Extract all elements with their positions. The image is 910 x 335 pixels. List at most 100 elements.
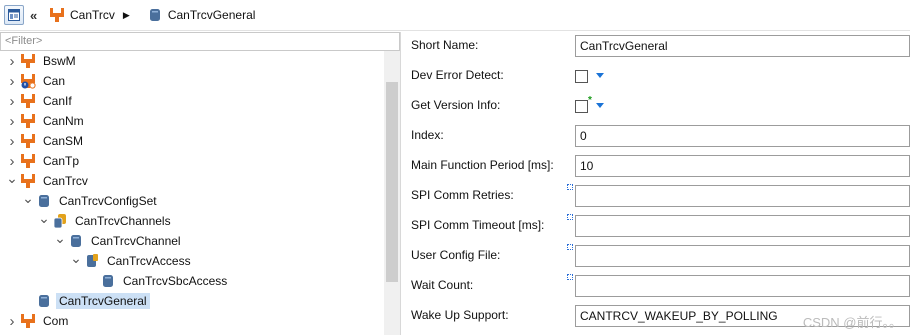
breadcrumb-bar: « CanTrcv ▶ CanTrcvGeneral: [0, 0, 910, 31]
module-icon: [20, 53, 36, 69]
tree-item[interactable]: › CanNm: [0, 111, 383, 131]
property-row: Dev Error Detect:: [402, 62, 910, 92]
module-icon: [20, 313, 36, 329]
filter-input[interactable]: <Filter>: [0, 32, 400, 51]
tree-item[interactable]: › Can: [0, 71, 383, 91]
tree-panel: <Filter> › BswM › Can › CanIf › CanNm › CanSM › Can…: [0, 32, 401, 335]
tree-item-label: CanTrcv: [43, 174, 88, 188]
choice-container-icon: [84, 253, 100, 269]
collapse-chevron-icon[interactable]: ⌄: [54, 228, 66, 248]
tree-toggle-icon: [8, 9, 20, 21]
module-icon: [20, 133, 36, 149]
modified-star-icon: *: [588, 95, 592, 106]
tree-item[interactable]: CanTrcvSbcAccess: [0, 271, 383, 291]
property-label: User Config File:: [411, 248, 501, 262]
property-checkbox[interactable]: [575, 70, 588, 83]
breadcrumb-label: CanTrcvGeneral: [167, 8, 256, 22]
property-label: SPI Comm Retries:: [411, 188, 514, 202]
property-label: Index:: [411, 128, 444, 142]
property-value-field[interactable]: [575, 275, 910, 297]
multiplicity-marker-icon[interactable]: [567, 244, 573, 250]
breadcrumb-item-cantrcv[interactable]: CanTrcv: [47, 7, 115, 23]
property-row: SPI Comm Retries:: [402, 182, 910, 212]
property-value-field[interactable]: [575, 245, 910, 267]
expand-chevron-icon[interactable]: ›: [6, 131, 18, 151]
module-icon: [20, 173, 36, 189]
container-icon: [36, 293, 52, 309]
property-checkbox[interactable]: [575, 100, 588, 113]
tree-item-label: CanIf: [43, 94, 72, 108]
module-warning-icon: [20, 73, 36, 89]
container-list-icon: [52, 213, 68, 229]
property-row: Get Version Info: *: [402, 92, 910, 122]
expand-chevron-icon[interactable]: ›: [6, 51, 18, 71]
toggle-tree-button[interactable]: [4, 5, 24, 25]
tree-item[interactable]: › CanSM: [0, 131, 383, 151]
module-icon: [20, 153, 36, 169]
multiplicity-marker-icon[interactable]: [567, 274, 573, 280]
tree-item[interactable]: ⌄ CanTrcvChannel: [0, 228, 383, 251]
tree-item-label: CanTrcvChannel: [91, 234, 181, 248]
collapse-chevron-icon[interactable]: ⌄: [6, 168, 18, 188]
multiplicity-marker-icon[interactable]: [567, 214, 573, 220]
module-icon: [20, 93, 36, 109]
tree-item-label: CanSM: [43, 134, 84, 148]
tree-item-label: CanTp: [43, 154, 80, 168]
tree-item[interactable]: › BswM: [0, 51, 383, 71]
scrollbar-thumb[interactable]: [386, 82, 398, 282]
module-icon: [49, 7, 65, 23]
container-icon: [100, 273, 116, 289]
tree-item-label: CanTrcvChannels: [75, 214, 171, 228]
expand-chevron-icon[interactable]: ›: [6, 111, 18, 131]
watermark: CSDN @前行。。: [802, 315, 902, 330]
tree-item[interactable]: ⌄ CanTrcvAccess: [0, 248, 383, 271]
property-row: Main Function Period [ms]: 10: [402, 152, 910, 182]
tree-item[interactable]: › CanTp: [0, 151, 383, 171]
module-tree: › BswM › Can › CanIf › CanNm › CanSM › CanTp ⌄ CanTrc…: [0, 51, 383, 335]
tree-item[interactable]: CanTrcvGeneral: [0, 291, 383, 311]
expand-chevron-icon[interactable]: ›: [6, 311, 18, 331]
property-label: Wake Up Support:: [411, 308, 509, 322]
property-value-field[interactable]: 0: [575, 125, 910, 147]
property-row: Wait Count:: [402, 272, 910, 302]
property-row: SPI Comm Timeout [ms]:: [402, 212, 910, 242]
container-icon: [36, 193, 52, 209]
collapse-chevron-icon[interactable]: ⌄: [38, 208, 50, 228]
property-label: SPI Comm Timeout [ms]:: [411, 218, 545, 232]
dropdown-arrow-icon[interactable]: [596, 103, 604, 108]
expand-chevron-icon[interactable]: ›: [6, 91, 18, 111]
module-icon: [20, 113, 36, 129]
tree-item-label: Com: [43, 314, 69, 328]
property-row: Index: 0: [402, 122, 910, 152]
tree-item-label: Can: [43, 74, 66, 88]
tree-scrollbar[interactable]: [384, 51, 400, 335]
collapse-chevron-icon[interactable]: ⌄: [22, 188, 34, 208]
container-icon: [147, 7, 163, 23]
property-value-field[interactable]: [575, 215, 910, 237]
property-label: Main Function Period [ms]:: [411, 158, 554, 172]
breadcrumb-item-cantrcvgeneral[interactable]: CanTrcvGeneral: [145, 7, 256, 23]
breadcrumb-separator-icon[interactable]: ▶: [123, 10, 130, 21]
tree-item-label: CanNm: [43, 114, 84, 128]
tree-item[interactable]: › Com: [0, 311, 383, 331]
back-chevron-icon[interactable]: «: [30, 8, 42, 23]
tree-item-label: CanTrcvSbcAccess: [123, 274, 228, 288]
collapse-chevron-icon[interactable]: ⌄: [70, 248, 82, 268]
property-label: Get Version Info:: [411, 98, 501, 112]
property-value-field[interactable]: 10: [575, 155, 910, 177]
expand-chevron-icon[interactable]: ›: [6, 71, 18, 91]
property-label: Wait Count:: [411, 278, 474, 292]
tree-item[interactable]: › CanIf: [0, 91, 383, 111]
property-value-field[interactable]: CanTrcvGeneral: [575, 35, 910, 57]
multiplicity-marker-icon[interactable]: [567, 184, 573, 190]
dropdown-arrow-icon[interactable]: [596, 73, 604, 78]
tree-item[interactable]: ⌄ CanTrcv: [0, 168, 383, 191]
tree-item[interactable]: ⌄ CanTrcvConfigSet: [0, 188, 383, 211]
property-row: Short Name: CanTrcvGeneral: [402, 32, 910, 62]
property-value-field[interactable]: [575, 185, 910, 207]
property-label: Short Name:: [411, 38, 479, 52]
container-icon: [68, 233, 84, 249]
properties-panel: Short Name: CanTrcvGeneral Dev Error Detec…: [402, 32, 910, 335]
